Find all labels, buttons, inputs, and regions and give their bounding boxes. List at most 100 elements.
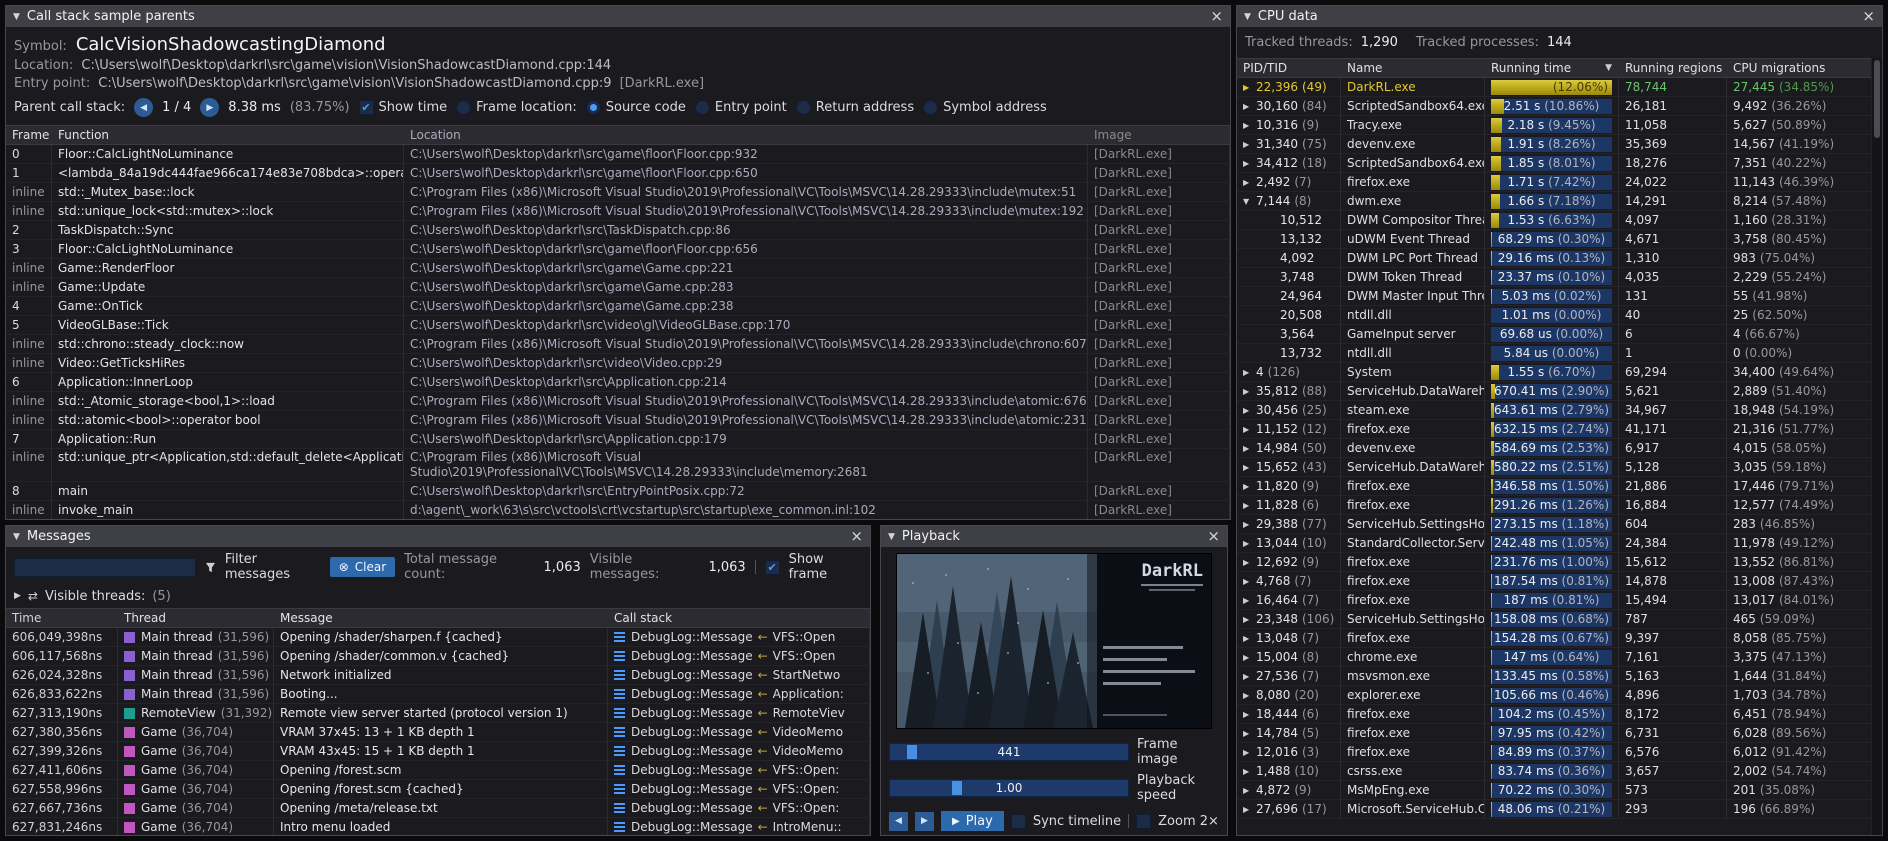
- close-icon[interactable]: ×: [1862, 9, 1875, 24]
- show-frame-checkbox[interactable]: [765, 560, 780, 575]
- expand-icon[interactable]: ▶: [1243, 520, 1256, 529]
- cpu-row[interactable]: ▶27,536(7)msvsmon.exe133.45 ms (0.58%)5,…: [1237, 667, 1882, 686]
- expand-icon[interactable]: ▶: [1243, 786, 1256, 795]
- expand-icon[interactable]: ▶: [1243, 577, 1256, 586]
- cpu-row[interactable]: 20,508ntdll.dll1.01 ms (0.00%)4025(62.50…: [1237, 306, 1882, 325]
- zoom-2x-label[interactable]: Zoom 2×: [1158, 814, 1219, 829]
- show-frame-label[interactable]: Show frame: [789, 552, 862, 582]
- expand-icon[interactable]: ▶: [1243, 121, 1256, 130]
- callstack-frame-row[interactable]: inlinestd::atomic<bool>::operator boolC:…: [6, 411, 1230, 430]
- collapse-icon[interactable]: ▼: [13, 532, 20, 542]
- column-running-regions[interactable]: Running regions: [1619, 59, 1727, 77]
- expand-icon[interactable]: ▼: [1243, 197, 1256, 206]
- radio-entry-point-label[interactable]: Entry point: [715, 100, 787, 115]
- expand-icon[interactable]: ▶: [1243, 444, 1256, 453]
- column-running-time[interactable]: Running time ▼: [1485, 59, 1619, 77]
- expand-icon[interactable]: ▶: [1243, 539, 1256, 548]
- next-frame-button[interactable]: ▶: [915, 812, 934, 831]
- cpu-row[interactable]: ▶16,464(7)firefox.exe187 ms (0.81%)15,49…: [1237, 591, 1882, 610]
- callstack-frame-row[interactable]: inlinestd::unique_lock<std::mutex>::lock…: [6, 202, 1230, 221]
- expand-icon[interactable]: ▶: [1243, 729, 1256, 738]
- expand-icon[interactable]: ▶: [1243, 102, 1256, 111]
- zoom-2x-checkbox[interactable]: [1136, 814, 1151, 829]
- message-callstack[interactable]: DebugLog::Message←RemoteViev: [608, 704, 870, 722]
- message-row[interactable]: 627,411,606nsGame(36,704)Opening /forest…: [6, 761, 870, 780]
- callstack-frame-row[interactable]: inlineGame::UpdateC:\Users\wolf\Desktop\…: [6, 278, 1230, 297]
- expand-icon[interactable]: ▶: [1243, 387, 1256, 396]
- message-callstack[interactable]: DebugLog::Message←VideoMemo: [608, 723, 870, 741]
- scrollbar-thumb[interactable]: [1874, 60, 1880, 138]
- cpu-row[interactable]: 3,564GameInput server69.68 us (0.00%)64(…: [1237, 325, 1882, 344]
- cpu-row[interactable]: 13,732ntdll.dll5.84 us (0.00%)10(0.00%): [1237, 344, 1882, 363]
- callstack-frame-row[interactable]: inlinestd::_Mutex_base::lockC:\Program F…: [6, 183, 1230, 202]
- collapse-icon[interactable]: ▼: [13, 12, 20, 22]
- expand-icon[interactable]: ▶: [1243, 691, 1256, 700]
- close-icon[interactable]: ×: [1210, 9, 1223, 24]
- callstack-frame-row[interactable]: 3Floor::CalcLightNoLuminanceC:\Users\wol…: [6, 240, 1230, 259]
- cpu-row[interactable]: ▶2,492(7)firefox.exe1.71 s (7.42%)24,022…: [1237, 173, 1882, 192]
- callstack-frame-row[interactable]: 0Floor::CalcLightNoLuminanceC:\Users\wol…: [6, 145, 1230, 164]
- radio-return-address[interactable]: [796, 100, 811, 115]
- message-row[interactable]: 627,399,326nsGame(36,704)VRAM 43x45: 15 …: [6, 742, 870, 761]
- radio-source-code-label[interactable]: Source code: [606, 100, 686, 115]
- cpu-row[interactable]: ▶12,692(9)firefox.exe231.76 ms (1.00%)15…: [1237, 553, 1882, 572]
- expand-icon[interactable]: ▶: [1243, 501, 1256, 510]
- callstack-frame-row[interactable]: inlineVideo::GetTicksHiResC:\Users\wolf\…: [6, 354, 1230, 373]
- prev-callstack-button[interactable]: ◀: [134, 98, 153, 117]
- callstack-frame-row[interactable]: inlineinvoke_maind:\agent\_work\63\s\src…: [6, 501, 1230, 519]
- message-callstack[interactable]: DebugLog::Message←VideoMemo: [608, 742, 870, 760]
- show-time-checkbox[interactable]: [359, 100, 374, 115]
- cpu-row[interactable]: ▶4,872(9)MsMpEng.exe70.22 ms (0.30%)5732…: [1237, 781, 1882, 800]
- expand-icon[interactable]: ▶: [1243, 634, 1256, 643]
- cpu-row[interactable]: ▶4(126)System1.55 s (6.70%)69,29434,400(…: [1237, 363, 1882, 382]
- callstack-frame-row[interactable]: 7Application::RunC:\Users\wolf\Desktop\d…: [6, 430, 1230, 449]
- cpu-row[interactable]: ▶27,696(17)Microsoft.ServiceHub.Co48.06 …: [1237, 800, 1882, 819]
- message-row[interactable]: 626,833,622nsMain thread(31,596)Booting.…: [6, 685, 870, 704]
- cpu-row[interactable]: ▶23,348(106)ServiceHub.SettingsHost158.0…: [1237, 610, 1882, 629]
- message-row[interactable]: 606,117,568nsMain thread(31,596)Opening …: [6, 647, 870, 666]
- expand-icon[interactable]: ▶: [1243, 83, 1256, 92]
- show-time-label[interactable]: Show time: [379, 100, 448, 115]
- message-row[interactable]: 626,024,328nsMain thread(31,596)Network …: [6, 666, 870, 685]
- expand-icon[interactable]: ▶: [1243, 140, 1256, 149]
- cpu-row[interactable]: 10,512DWM Compositor Thread1.53 s (6.63%…: [1237, 211, 1882, 230]
- cpu-row[interactable]: ▶11,820(9)firefox.exe346.58 ms (1.50%)21…: [1237, 477, 1882, 496]
- message-row[interactable]: 627,313,190nsRemoteView(31,392)Remote vi…: [6, 704, 870, 723]
- expand-icon[interactable]: ▶: [1243, 482, 1256, 491]
- cpu-row[interactable]: ▶22,396(49)DarkRL.exe(12.06%)78,74427,44…: [1237, 78, 1882, 97]
- callstack-frame-row[interactable]: 4Game::OnTickC:\Users\wolf\Desktop\darkr…: [6, 297, 1230, 316]
- cpu-row[interactable]: ▶29,388(77)ServiceHub.SettingsHost273.15…: [1237, 515, 1882, 534]
- close-icon[interactable]: ×: [850, 529, 863, 544]
- radio-symbol-address-label[interactable]: Symbol address: [943, 100, 1047, 115]
- collapse-icon[interactable]: ▼: [888, 532, 895, 542]
- cpu-row[interactable]: ▶12,016(3)firefox.exe84.89 ms (0.37%)6,5…: [1237, 743, 1882, 762]
- close-icon[interactable]: ×: [1207, 529, 1220, 544]
- expand-icon[interactable]: ▶: [1243, 710, 1256, 719]
- message-row[interactable]: 627,380,356nsGame(36,704)VRAM 37x45: 13 …: [6, 723, 870, 742]
- callstack-frame-row[interactable]: 8mainC:\Users\wolf\Desktop\darkrl\src\En…: [6, 482, 1230, 501]
- cpu-row[interactable]: ▶35,812(88)ServiceHub.DataWareho670.41 m…: [1237, 382, 1882, 401]
- message-row[interactable]: 627,831,246nsGame(36,704)Intro menu load…: [6, 818, 870, 835]
- expand-icon[interactable]: ▶: [1243, 159, 1256, 168]
- filter-input[interactable]: [14, 558, 196, 577]
- cpu-row[interactable]: ▶1,488(10)csrss.exe83.74 ms (0.36%)3,657…: [1237, 762, 1882, 781]
- callstack-frame-row[interactable]: inlinestd::unique_ptr<Application,std::d…: [6, 449, 1230, 482]
- message-callstack[interactable]: DebugLog::Message←VFS::Open:: [608, 799, 870, 817]
- collapse-icon[interactable]: ▼: [1244, 12, 1251, 22]
- cpu-row[interactable]: ▶34,412(18)ScriptedSandbox64.exe1.85 s (…: [1237, 154, 1882, 173]
- expand-icon[interactable]: ▶: [1243, 558, 1256, 567]
- expand-icon[interactable]: ▶: [1243, 178, 1256, 187]
- prev-frame-button[interactable]: ◀: [889, 812, 908, 831]
- expand-icon[interactable]: ▶: [1243, 805, 1256, 814]
- play-button[interactable]: ▶ Play: [941, 811, 1004, 831]
- expand-icon[interactable]: ▶: [1243, 596, 1256, 605]
- cpu-row[interactable]: ▶13,044(10)StandardCollector.Servic242.4…: [1237, 534, 1882, 553]
- cpu-row[interactable]: 4,092DWM LPC Port Thread29.16 ms (0.13%)…: [1237, 249, 1882, 268]
- message-row[interactable]: 606,049,398nsMain thread(31,596)Opening …: [6, 628, 870, 647]
- message-callstack[interactable]: DebugLog::Message←VFS::Open: [608, 628, 870, 646]
- expand-icon[interactable]: ▶: [1243, 653, 1256, 662]
- expand-icon[interactable]: ▶: [1243, 672, 1256, 681]
- callstack-frame-row[interactable]: inlinestd::chrono::steady_clock::nowC:\P…: [6, 335, 1230, 354]
- sync-timeline-label[interactable]: Sync timeline: [1033, 814, 1121, 829]
- vertical-scrollbar[interactable]: [1871, 58, 1882, 835]
